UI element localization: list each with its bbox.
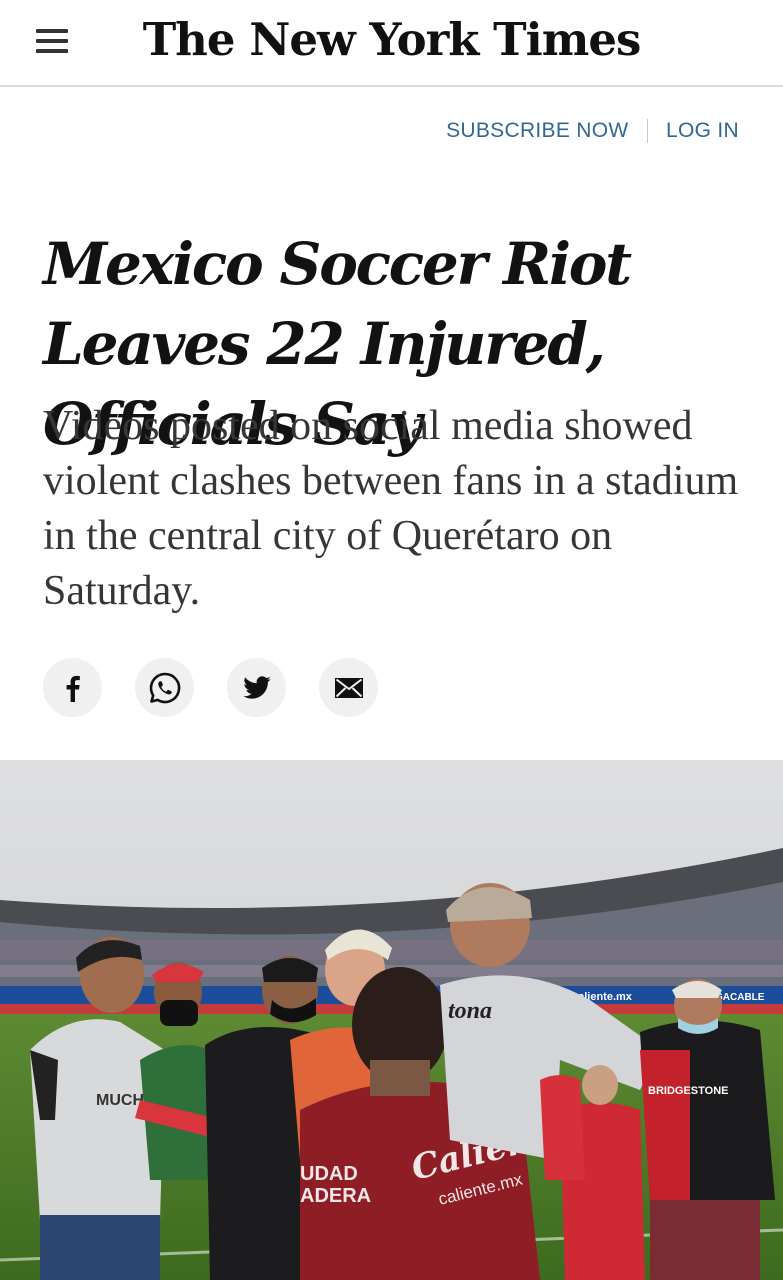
nyt-masthead-logo[interactable]: The New York Times	[0, 10, 783, 70]
log-in-link[interactable]: LOG IN	[666, 119, 739, 143]
stadium-riot-photo: caliente.mx MEGACABLE MUCH Caliente cali…	[0, 760, 783, 1280]
whatsapp-icon	[149, 672, 180, 703]
share-tools	[43, 658, 378, 717]
twitter-share-button[interactable]	[227, 658, 286, 717]
subscribe-now-link[interactable]: SUBSCRIBE NOW	[446, 119, 628, 143]
article-summary: Videos posted on social media showed vio…	[43, 403, 739, 614]
divider	[646, 119, 649, 143]
facebook-icon	[66, 675, 80, 702]
facebook-share-button[interactable]	[43, 658, 102, 717]
whatsapp-share-button[interactable]	[135, 658, 194, 717]
shirt-text: tona	[448, 998, 492, 1024]
article-lead-photo[interactable]: caliente.mx MEGACABLE MUCH Caliente cali…	[0, 760, 783, 1280]
email-share-button[interactable]	[319, 658, 378, 717]
email-icon	[334, 677, 363, 698]
twitter-icon	[242, 675, 271, 699]
account-links: SUBSCRIBE NOW LOG IN	[446, 119, 739, 143]
top-navigation-bar: The New York Times	[0, 0, 783, 87]
jersey-chest-line-1: UDAD	[300, 1163, 358, 1185]
shirt-text-3: MUCH	[96, 1092, 144, 1109]
jersey-chest-line-2: ADERA	[300, 1185, 371, 1207]
shirt-text-2: BRIDGESTONE	[648, 1085, 728, 1097]
